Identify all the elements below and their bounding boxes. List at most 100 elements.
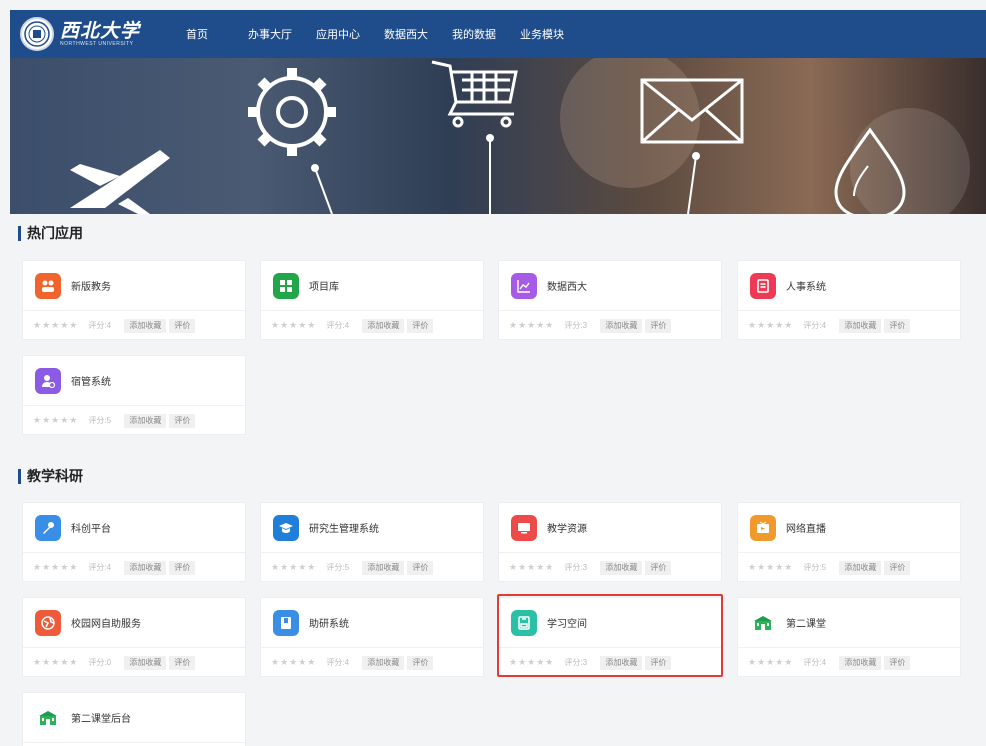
grid-icon[interactable] xyxy=(273,272,299,299)
rate-button[interactable]: 评价 xyxy=(169,560,196,575)
main-nav: 首页 办事大厅 应用中心 数据西大 我的数据 业务模块 xyxy=(186,26,588,42)
rate-button[interactable]: 评价 xyxy=(645,560,672,575)
university-logo[interactable]: 西北大学 NORTHWEST UNIVERSITY xyxy=(10,17,186,51)
nav-home[interactable]: 首页 xyxy=(186,26,208,42)
card-header: 第二课堂后台 xyxy=(23,693,245,743)
card-header: 教学资源 xyxy=(499,503,721,553)
monitor-icon[interactable] xyxy=(511,514,537,541)
rating-stars[interactable]: ★★★★★ xyxy=(748,562,793,573)
nav-business-module[interactable]: 业务模块 xyxy=(520,26,564,42)
app-name[interactable]: 人事系统 xyxy=(786,278,826,293)
app-card[interactable]: 数据西大 ★★★★★ 评分:3 添加收藏 评价 xyxy=(498,260,722,340)
university-seal-icon xyxy=(20,17,54,51)
nav-app-center[interactable]: 应用中心 xyxy=(316,26,360,42)
app-name[interactable]: 研究生管理系统 xyxy=(309,520,379,535)
app-card[interactable]: 校园网自助服务 ★★★★★ 评分:0 添加收藏 评价 xyxy=(22,597,246,677)
app-name[interactable]: 第二课堂 xyxy=(786,615,826,630)
book-icon[interactable] xyxy=(273,609,299,636)
tv-icon[interactable] xyxy=(750,514,776,541)
add-favorite-button[interactable]: 添加收藏 xyxy=(839,655,882,670)
rating-stars[interactable]: ★★★★★ xyxy=(509,320,554,331)
app-name[interactable]: 校园网自助服务 xyxy=(71,615,141,630)
rating-stars[interactable]: ★★★★★ xyxy=(33,657,78,668)
card-header: 数据西大 xyxy=(499,261,721,311)
add-favorite-button[interactable]: 添加收藏 xyxy=(362,655,405,670)
add-favorite-button[interactable]: 添加收藏 xyxy=(124,560,167,575)
nav-data-xida[interactable]: 数据西大 xyxy=(384,26,428,42)
chart-icon[interactable] xyxy=(511,272,537,299)
rate-button[interactable]: 评价 xyxy=(884,318,911,333)
globe-icon[interactable] xyxy=(35,609,61,636)
rate-button[interactable]: 评价 xyxy=(407,655,434,670)
rate-button[interactable]: 评价 xyxy=(169,318,196,333)
app-card[interactable]: 教学资源 ★★★★★ 评分:3 添加收藏 评价 xyxy=(498,502,722,582)
app-name[interactable]: 第二课堂后台 xyxy=(71,710,131,725)
airplane-icon xyxy=(70,150,170,214)
add-favorite-button[interactable]: 添加收藏 xyxy=(839,560,882,575)
nav-service-hall[interactable]: 办事大厅 xyxy=(248,26,292,42)
app-card[interactable]: 项目库 ★★★★★ 评分:4 添加收藏 评价 xyxy=(260,260,484,340)
app-card[interactable]: 科创平台 ★★★★★ 评分:4 添加收藏 评价 xyxy=(22,502,246,582)
app-card[interactable]: 宿管系统 ★★★★★ 评分:5 添加收藏 评价 xyxy=(22,355,246,435)
card-footer: ★★★★★ 评分:4 添加收藏 评价 xyxy=(23,311,245,340)
app-name[interactable]: 助研系统 xyxy=(309,615,349,630)
gear-icon xyxy=(248,68,336,214)
card-header: 宿管系统 xyxy=(23,356,245,406)
rate-button[interactable]: 评价 xyxy=(169,413,196,428)
app-name[interactable]: 科创平台 xyxy=(71,520,111,535)
rating-stars[interactable]: ★★★★★ xyxy=(271,657,316,668)
app-card[interactable]: 第二课堂 ★★★★★ 评分:4 添加收藏 评价 xyxy=(737,597,961,677)
app-name[interactable]: 宿管系统 xyxy=(71,373,111,388)
rate-button[interactable]: 评价 xyxy=(884,655,911,670)
app-card[interactable]: 网络直播 ★★★★★ 评分:5 添加收藏 评价 xyxy=(737,502,961,582)
rate-button[interactable]: 评价 xyxy=(407,560,434,575)
add-favorite-button[interactable]: 添加收藏 xyxy=(124,655,167,670)
rating-stars[interactable]: ★★★★★ xyxy=(33,320,78,331)
rating-score: 评分:5 xyxy=(88,416,112,425)
add-favorite-button[interactable]: 添加收藏 xyxy=(839,318,882,333)
nav-my-data[interactable]: 我的数据 xyxy=(452,26,496,42)
add-favorite-button[interactable]: 添加收藏 xyxy=(362,560,405,575)
app-name[interactable]: 网络直播 xyxy=(786,520,826,535)
card-footer: ★★★★★ 评分:3 添加收藏 评价 xyxy=(499,553,721,582)
building-icon[interactable] xyxy=(750,609,776,636)
app-card[interactable]: 新版教务 ★★★★★ 评分:4 添加收藏 评价 xyxy=(22,260,246,340)
building-icon[interactable] xyxy=(35,704,61,731)
people-icon[interactable] xyxy=(35,272,61,299)
wrench-icon[interactable] xyxy=(35,514,61,541)
add-favorite-button[interactable]: 添加收藏 xyxy=(124,413,167,428)
add-favorite-button[interactable]: 添加收藏 xyxy=(600,560,643,575)
app-name[interactable]: 项目库 xyxy=(309,278,339,293)
rating-stars[interactable]: ★★★★★ xyxy=(271,562,316,573)
app-card[interactable]: 第二课堂后台 ★★★★★ 添加收藏 评价 xyxy=(22,692,246,746)
user-icon[interactable] xyxy=(35,367,61,394)
app-name[interactable]: 新版教务 xyxy=(71,278,111,293)
add-favorite-button[interactable]: 添加收藏 xyxy=(362,318,405,333)
rate-button[interactable]: 评价 xyxy=(645,318,672,333)
app-card[interactable]: 助研系统 ★★★★★ 评分:4 添加收藏 评价 xyxy=(260,597,484,677)
rating-stars[interactable]: ★★★★★ xyxy=(748,320,793,331)
rating-stars[interactable]: ★★★★★ xyxy=(33,562,78,573)
rate-button[interactable]: 评价 xyxy=(884,560,911,575)
app-name[interactable]: 数据西大 xyxy=(547,278,587,293)
rate-button[interactable]: 评价 xyxy=(169,655,196,670)
app-name[interactable]: 教学资源 xyxy=(547,520,587,535)
rating-stars[interactable]: ★★★★★ xyxy=(271,320,316,331)
rating-score: 评分:4 xyxy=(88,563,112,572)
app-card[interactable]: 研究生管理系统 ★★★★★ 评分:5 添加收藏 评价 xyxy=(260,502,484,582)
selection-highlight xyxy=(497,594,723,677)
graduation-cap-icon[interactable] xyxy=(273,514,299,541)
add-favorite-button[interactable]: 添加收藏 xyxy=(600,318,643,333)
card-footer: ★★★★★ 评分:5 添加收藏 评价 xyxy=(738,553,960,582)
rating-stars[interactable]: ★★★★★ xyxy=(33,415,78,426)
app-card[interactable]: 人事系统 ★★★★★ 评分:4 添加收藏 评价 xyxy=(737,260,961,340)
rating-stars[interactable]: ★★★★★ xyxy=(748,657,793,668)
card-header: 研究生管理系统 xyxy=(261,503,483,553)
hero-banner xyxy=(10,58,986,214)
rating-score: 评分:4 xyxy=(803,658,827,667)
document-icon[interactable] xyxy=(750,272,776,299)
section-title-hot-apps: 热门应用 xyxy=(18,226,83,241)
add-favorite-button[interactable]: 添加收藏 xyxy=(124,318,167,333)
rate-button[interactable]: 评价 xyxy=(407,318,434,333)
rating-stars[interactable]: ★★★★★ xyxy=(509,562,554,573)
